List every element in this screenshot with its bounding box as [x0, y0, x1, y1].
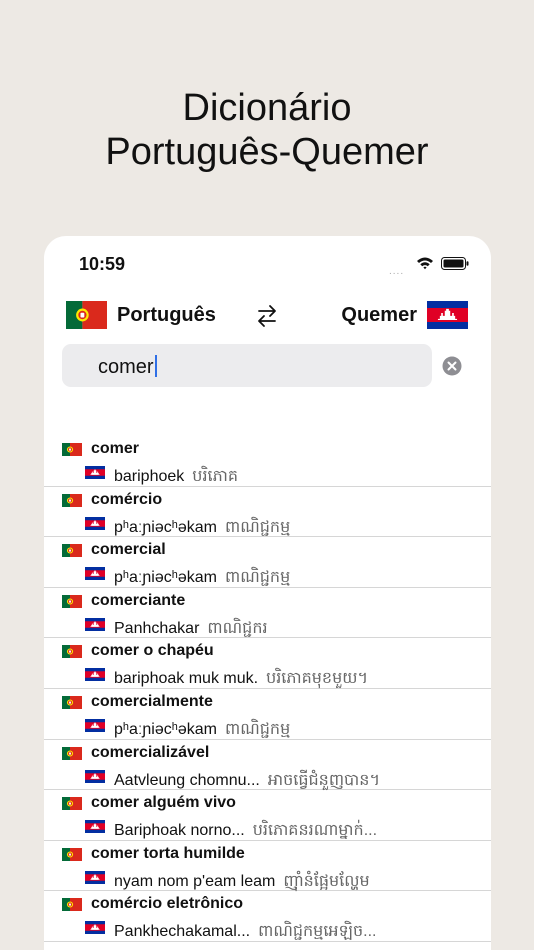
result-term: comércio eletrônico [91, 895, 244, 913]
result-term: comercial [91, 541, 166, 559]
result-term: comer o chapéu [91, 642, 214, 660]
portugal-flag-icon [62, 848, 82, 861]
result-term: comer torta humilde [91, 844, 245, 862]
result-translation: Panhchakar ពាណិជ្ជករ [114, 617, 268, 641]
cambodia-flag-icon [85, 618, 105, 631]
result-romanization: Aatvleung chomnu... [114, 771, 260, 789]
result-romanization: pʰaːɲiəcʰəkam [114, 720, 217, 738]
result-romanization: pʰaːɲiəcʰəkam [114, 518, 217, 536]
portugal-flag-icon [62, 544, 82, 557]
search-input[interactable]: comer [98, 355, 157, 379]
headline-line-2: Português-Quemer [105, 131, 429, 173]
cellular-signal-icon: .... [389, 266, 405, 277]
headline-line-1: Dicionário [182, 87, 352, 129]
result-term: comer [91, 440, 140, 457]
phone-screen: 10:59 .... Português Quemer comer comer b… [44, 236, 491, 950]
portugal-flag-icon[interactable] [66, 301, 107, 329]
result-row[interactable]: comercial pʰaːɲiəcʰəkam ពាណិជ្ជកម្ម [44, 537, 491, 588]
result-term: comer alguém vivo [91, 794, 236, 812]
result-khmer: ញ៉ាំនំផ្អែមល្ហែម [283, 872, 370, 890]
portugal-flag-icon [62, 595, 82, 608]
swap-languages-icon[interactable] [254, 302, 280, 330]
result-translation: Pankhechakamal... ពាណិជ្ជកម្មអេឡិច... [114, 920, 377, 944]
portugal-flag-icon [62, 747, 82, 760]
result-term: comércio [91, 490, 163, 508]
page-headline: Dicionário Português-Quemer [0, 86, 534, 174]
result-row[interactable]: comércio eletrônico Pankhechakamal... ពាណិ… [44, 891, 491, 942]
result-romanization: Bariphoak norno... [114, 822, 245, 840]
result-row[interactable]: comer o chapéu bariphoak muk muk. បរិភោគមុ… [44, 638, 491, 689]
result-romanization: Pankhechakamal... [114, 923, 251, 941]
target-language-button[interactable]: Quemer [341, 304, 417, 327]
result-row[interactable]: comer bariphoek បរិភោគ [44, 436, 491, 487]
result-romanization: bariphoek [114, 468, 185, 485]
result-translation: Aatvleung chomnu... អាចធ្វើជំនួញបាន។ [114, 769, 380, 793]
result-translation: bariphoak muk muk. បរិភោគមុខមួយ។ [114, 667, 368, 691]
result-translation: nyam nom p'eam leam ញ៉ាំនំផ្អែមល្ហែម [114, 870, 370, 894]
cambodia-flag-icon [85, 517, 105, 530]
result-romanization: nyam nom p'eam leam [114, 872, 276, 890]
result-term: comercializável [91, 743, 210, 761]
result-romanization: bariphoak muk muk. [114, 670, 259, 688]
result-row[interactable]: comer torta humilde nyam nom p'eam leam ញ៉… [44, 841, 491, 892]
result-khmer: បរិភោគមុខមួយ។ [266, 670, 369, 688]
result-khmer: ពាណិជ្ជកម្ម [224, 569, 291, 587]
results-list: comer bariphoek បរិភោគ comércio pʰaːɲiəcʰəka… [44, 436, 491, 942]
cambodia-flag-icon [85, 466, 105, 479]
portugal-flag-icon [62, 443, 82, 456]
cambodia-flag-icon [85, 719, 105, 732]
portugal-flag-icon [62, 797, 82, 810]
portugal-flag-icon [62, 898, 82, 911]
status-time: 10:59 [79, 254, 126, 274]
result-row[interactable]: comer alguém vivo Bariphoak norno... បរិភោ… [44, 790, 491, 841]
portugal-flag-icon [62, 494, 82, 507]
cambodia-flag-icon [85, 770, 105, 783]
result-translation: pʰaːɲiəcʰəkam ពាណិជ្ជកម្ម [114, 566, 290, 590]
search-input-value: comer [98, 356, 154, 378]
result-khmer: បរិភោគ [192, 468, 238, 485]
result-translation: pʰaːɲiəcʰəkam ពាណិជ្ជកម្ម [114, 718, 290, 742]
status-bar: 10:59 .... [44, 236, 491, 296]
wifi-icon [417, 257, 433, 270]
result-khmer: អាចធ្វើជំនួញបាន។ [267, 771, 380, 789]
cambodia-flag-icon [85, 921, 105, 934]
language-selector: Português Quemer [44, 294, 491, 338]
result-row[interactable]: comercialmente pʰaːɲiəcʰəkam ពាណិជ្ជកម្ម [44, 689, 491, 740]
search-field[interactable]: comer [62, 344, 432, 387]
portugal-flag-icon [62, 696, 82, 709]
result-term: comerciante [91, 591, 186, 609]
text-caret [154, 355, 157, 377]
source-language-button[interactable]: Português [117, 304, 216, 327]
cambodia-flag-icon [85, 668, 105, 681]
result-row[interactable]: comércio pʰaːɲiəcʰəkam ពាណិជ្ជកម្ម [44, 487, 491, 538]
result-khmer: ពាណិជ្ជកម្ម [224, 720, 291, 738]
result-khmer: បរិភោគនរណាម្នាក់... [252, 822, 378, 840]
clear-search-icon[interactable] [442, 356, 462, 376]
cambodia-flag-icon [85, 820, 105, 833]
portugal-flag-icon [62, 645, 82, 658]
result-row[interactable]: comerciante Panhchakar ពាណិជ្ជករ [44, 588, 491, 639]
result-khmer: ពាណិជ្ជកម្មអេឡិច... [258, 923, 377, 941]
result-khmer: ពាណិជ្ជករ [207, 619, 268, 637]
result-khmer: ពាណិជ្ជកម្ម [224, 518, 291, 536]
result-translation: bariphoek បរិភោគ [114, 465, 238, 489]
cambodia-flag-icon[interactable] [427, 301, 468, 329]
result-romanization: Panhchakar [114, 619, 200, 637]
result-translation: Bariphoak norno... បរិភោគនរណាម្នាក់... [114, 819, 377, 843]
cambodia-flag-icon [85, 871, 105, 884]
cambodia-flag-icon [85, 567, 105, 580]
result-romanization: pʰaːɲiəcʰəkam [114, 569, 217, 587]
result-term: comercialmente [91, 692, 213, 710]
result-translation: pʰaːɲiəcʰəkam ពាណិជ្ជកម្ម [114, 516, 290, 540]
result-row[interactable]: comercializável Aatvleung chomnu... អាចធ្វ… [44, 740, 491, 791]
battery-icon [441, 257, 469, 270]
